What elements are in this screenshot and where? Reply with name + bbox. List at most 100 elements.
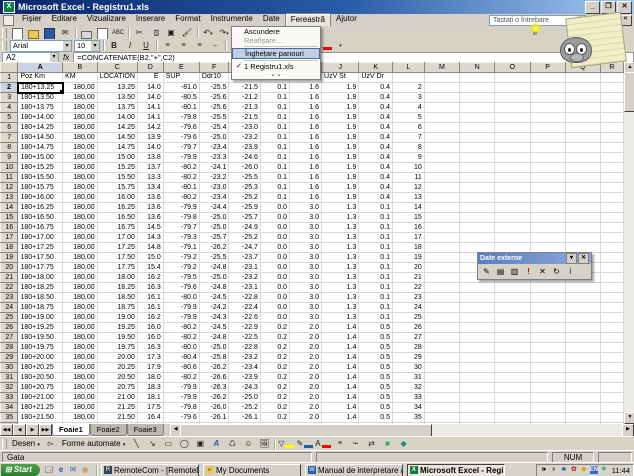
cell-L1[interactable] [392,73,424,83]
cell-M24[interactable] [424,303,459,313]
3d-style-icon[interactable]: ◆ [397,438,411,450]
cell-A34[interactable]: 180+21.25 [18,403,63,413]
row-header-28[interactable]: 28 [1,343,18,353]
cell-O15[interactable] [495,213,530,223]
cut-icon[interactable]: ✂ [132,27,146,39]
cell-E24[interactable]: -79.9 [163,303,199,313]
shadow-style-icon[interactable]: ■ [381,438,395,450]
cell-Q29[interactable] [565,353,600,363]
cell-J16[interactable]: 1.3 [322,223,359,233]
cell-R33[interactable] [600,393,623,403]
scroll-down-icon[interactable]: ▼ [624,412,634,424]
cell-B23[interactable]: 180,00 [63,293,98,303]
cell-L15[interactable]: 15 [392,213,424,223]
cell-D32[interactable]: 18.3 [137,383,163,393]
tray-app-icon[interactable]: ❖ [600,466,608,474]
sheet-tab-foaie2[interactable]: Foaie2 [90,424,127,436]
cell-D14[interactable]: 13.6 [137,203,163,213]
cell-P15[interactable] [530,213,565,223]
cell-J20[interactable]: 1.3 [322,263,359,273]
cell-C35[interactable]: 21.50 [97,413,137,423]
row-header-21[interactable]: 21 [1,273,18,283]
cell-M32[interactable] [424,383,459,393]
cell-J34[interactable]: 1.4 [322,403,359,413]
cell-G27[interactable]: -22.5 [229,333,260,343]
cell-I4[interactable]: 1.6 [290,103,322,113]
tray-app-icon[interactable]: ♦ [550,466,558,474]
menu-vizualizare[interactable]: Vizualizare [82,13,131,25]
cell-A8[interactable]: 180+14.75 [18,143,63,153]
cell-K4[interactable]: 0.4 [359,103,393,113]
cell-Q12[interactable] [565,183,600,193]
cell-Q7[interactable] [565,133,600,143]
cell-E7[interactable]: -79.6 [163,133,199,143]
cell-Q9[interactable] [565,153,600,163]
cell-N34[interactable] [460,403,495,413]
cell-K31[interactable]: 0.5 [359,373,393,383]
select-objects-icon[interactable]: ▻ [44,438,58,450]
cancel-refresh-icon[interactable]: ✕ [536,265,549,278]
cell-B1[interactable]: KM [63,73,98,83]
align-left-icon[interactable]: ≡ [160,40,174,52]
cell-D16[interactable]: 14.5 [137,223,163,233]
cell-E25[interactable]: -79.9 [163,313,199,323]
row-header-33[interactable]: 33 [1,393,18,403]
cell-B31[interactable]: 180,00 [63,373,98,383]
cell-A23[interactable]: 180+18.50 [18,293,63,303]
cell-B19[interactable]: 180,00 [63,253,98,263]
cell-J25[interactable]: 1.3 [322,313,359,323]
chevron-down-icon[interactable]: ▾ [50,53,58,62]
cell-Q28[interactable] [565,343,600,353]
column-header-E[interactable]: E [163,63,199,73]
sheet-tab-foaie1[interactable]: Foaie1 [52,424,90,436]
cell-J2[interactable]: 1.9 [322,83,359,93]
cell-M31[interactable] [424,373,459,383]
cell-R34[interactable] [600,403,623,413]
cell-N8[interactable] [460,143,495,153]
cell-F2[interactable]: -25.5 [199,83,229,93]
draw-menu-button[interactable]: Desen ▾ [9,438,43,450]
cell-R22[interactable] [600,283,623,293]
cell-P7[interactable] [530,133,565,143]
minimize-button[interactable]: _ [585,1,600,14]
cell-C34[interactable]: 21.25 [97,403,137,413]
menu-item-2[interactable]: Înghețare panouri [232,48,320,59]
cell-C21[interactable]: 18.00 [97,273,137,283]
cell-H21[interactable]: 0.0 [260,273,289,283]
cell-F14[interactable]: -24.4 [199,203,229,213]
cell-P11[interactable] [530,173,565,183]
cell-M3[interactable] [424,93,459,103]
cell-K20[interactable]: 0.1 [359,263,393,273]
refresh-status-icon[interactable]: i [564,265,577,278]
cell-L27[interactable]: 27 [392,333,424,343]
cell-O4[interactable] [495,103,530,113]
cell-K26[interactable]: 0.5 [359,323,393,333]
task-remotecom[interactable]: R RemoteCom - [RemoteDia... [101,464,199,476]
cell-R21[interactable] [600,273,623,283]
cell-D6[interactable]: 14.2 [137,123,163,133]
vertical-scrollbar[interactable]: ▲ ▼ [624,62,634,424]
tray-app-icon[interactable]: ✿ [570,466,578,474]
cell-J11[interactable]: 1.9 [322,173,359,183]
cell-D1[interactable]: E [137,73,163,83]
cell-Q34[interactable] [565,403,600,413]
cell-D26[interactable]: 16.0 [137,323,163,333]
cell-O29[interactable] [495,353,530,363]
menu-item-0[interactable]: Ascundere [232,27,320,36]
cell-F34[interactable]: -26.0 [199,403,229,413]
cell-K18[interactable]: 0.1 [359,243,393,253]
cell-N27[interactable] [460,333,495,343]
cell-R17[interactable] [600,233,623,243]
cell-I23[interactable]: 3.0 [290,293,322,303]
cell-K6[interactable]: 0.4 [359,123,393,133]
cell-J29[interactable]: 1.4 [322,353,359,363]
cell-G19[interactable]: -23.7 [229,253,260,263]
cell-B29[interactable]: 180,00 [63,353,98,363]
column-header-J[interactable]: J [322,63,359,73]
cell-M20[interactable] [424,263,459,273]
cell-P5[interactable] [530,113,565,123]
cell-J7[interactable]: 1.9 [322,133,359,143]
cell-E1[interactable]: SUP [163,73,199,83]
cell-J33[interactable]: 1.4 [322,393,359,403]
cell-M12[interactable] [424,183,459,193]
